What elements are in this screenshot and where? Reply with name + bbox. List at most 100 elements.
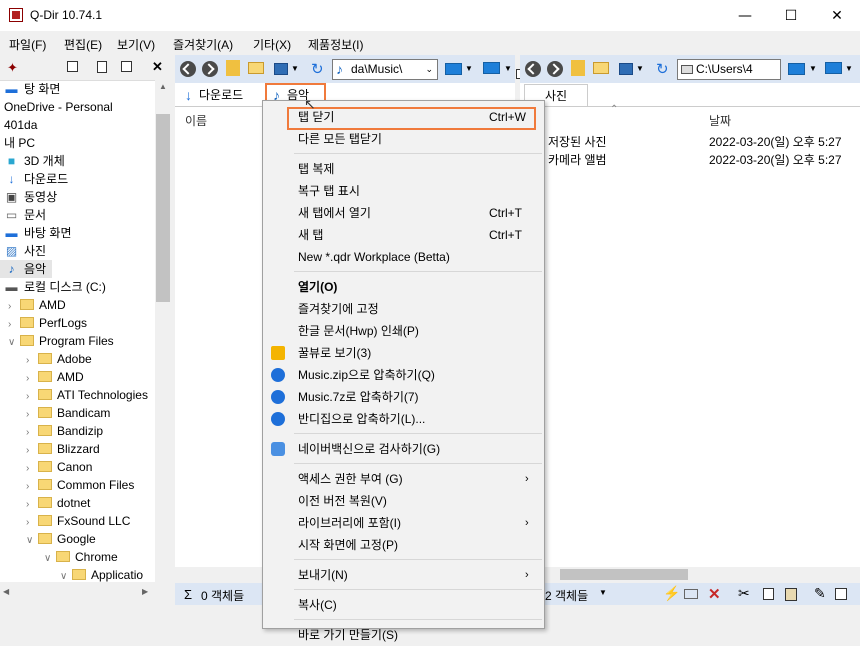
tree-scroll-thumb[interactable] <box>156 114 170 302</box>
table-row[interactable]: 저장된 사진 2022-03-20(일) 오후 5:27 <box>520 131 860 149</box>
new-folder-icon[interactable] <box>593 62 609 74</box>
context-menu-item[interactable]: 액세스 권한 부여 (G) › <box>263 468 544 490</box>
delete-icon[interactable]: ✕ <box>708 585 721 603</box>
monitor-icon[interactable] <box>788 63 805 75</box>
context-menu-item[interactable]: New *.qdr Workplace (Betta) <box>263 246 544 268</box>
tree-item[interactable]: ↓ 다운로드 <box>4 170 69 188</box>
context-menu-item[interactable]: 열기(O) <box>263 276 544 298</box>
new-folder-icon[interactable] <box>248 62 264 74</box>
close-button[interactable]: ✕ <box>814 0 860 31</box>
monitor-2-icon[interactable] <box>483 62 500 74</box>
cut-icon[interactable]: ✂ <box>738 585 750 602</box>
tree-item[interactable]: ▣ 동영상 <box>4 188 57 206</box>
hscroll-thumb[interactable] <box>560 569 688 580</box>
tree-item[interactable]: › Blizzard <box>26 440 100 458</box>
context-menu-item[interactable]: 복구 탭 표시 <box>263 180 544 202</box>
view-mode-icon[interactable] <box>274 63 288 75</box>
back-button[interactable] <box>180 61 196 77</box>
tree-item[interactable]: › PerfLogs <box>8 314 87 332</box>
monitor-2-icon[interactable] <box>825 62 842 74</box>
context-menu-item[interactable]: Music.zip으로 압축하기(Q) <box>263 364 544 386</box>
lightning-icon[interactable]: ⚡ <box>663 585 680 602</box>
tree-item[interactable]: › Bandizip <box>26 422 103 440</box>
tree-hscrollbar[interactable]: ◀ ▶ <box>0 582 155 604</box>
context-menu-item[interactable]: 새 탭 Ctrl+T <box>263 224 544 246</box>
context-menu-item[interactable]: 다른 모든 탭닫기 <box>263 128 544 150</box>
paste-icon[interactable] <box>785 588 797 601</box>
context-menu-item[interactable]: 탭 복제 <box>263 158 544 180</box>
tree-item[interactable]: ▬ 로컬 디스크 (C:) <box>4 278 106 296</box>
up-folder-icon[interactable] <box>571 60 585 76</box>
chevron-down-icon[interactable]: ▼ <box>845 64 853 73</box>
tree-item[interactable]: › ATI Technologies <box>26 386 148 404</box>
table-row[interactable]: 카메라 앨범 2022-03-20(일) 오후 5:27 <box>520 149 860 167</box>
grid-icon[interactable] <box>67 61 78 72</box>
context-menu-item[interactable]: 즐겨찾기에 고정 <box>263 298 544 320</box>
back-button[interactable] <box>525 61 541 77</box>
column-date[interactable]: 날짜 <box>709 112 731 129</box>
tree-item[interactable]: ▭ 문서 <box>4 206 46 224</box>
chevron-down-icon[interactable]: ⌄ <box>425 60 433 79</box>
refresh-icon[interactable]: ↻ <box>656 60 669 78</box>
pin-icon[interactable]: ✦ <box>7 60 18 76</box>
view-mode-icon[interactable] <box>619 63 633 75</box>
menu-edit[interactable]: 편집(E) <box>64 36 102 53</box>
copy-icon[interactable] <box>763 588 774 600</box>
monitor-icon[interactable] <box>445 63 462 75</box>
context-menu-item[interactable]: 한글 문서(Hwp) 인쇄(P) <box>263 320 544 342</box>
menu-info[interactable]: 제품정보(I) <box>308 36 364 53</box>
tree-item[interactable]: › Bandicam <box>26 404 110 422</box>
context-menu-item[interactable]: 새 탭에서 열기 Ctrl+T <box>263 202 544 224</box>
context-menu-item[interactable]: 시작 화면에 고정(P) <box>263 534 544 556</box>
tab-downloads[interactable]: ↓ 다운로드 <box>179 84 265 106</box>
column-name[interactable]: 이름 <box>185 112 207 129</box>
tree-item[interactable]: ▬ 탕 화면 <box>4 80 61 98</box>
context-menu-item[interactable]: 보내기(N) › <box>263 564 544 586</box>
menu-file[interactable]: 파일(F) <box>9 36 46 53</box>
expand-chevron-icon[interactable]: ∨ <box>26 532 36 550</box>
expand-chevron-icon[interactable]: ∨ <box>44 550 54 568</box>
chevron-down-icon[interactable]: ▼ <box>504 64 512 73</box>
forward-button[interactable] <box>547 61 563 77</box>
context-menu-item[interactable]: 이전 버전 복원(V) <box>263 490 544 512</box>
tree-item[interactable]: › AMD <box>26 368 84 386</box>
tree-item[interactable]: ∨ Chrome <box>44 548 118 566</box>
context-menu-item[interactable]: 반디집으로 압축하기(L)... <box>263 408 544 430</box>
chevron-down-icon[interactable]: ▼ <box>291 64 299 73</box>
mail-icon[interactable] <box>684 589 698 599</box>
context-menu-item[interactable]: 꿀뷰로 보기(3) <box>263 342 544 364</box>
tree-item[interactable]: ▬ 바탕 화면 <box>4 224 72 242</box>
tree-item[interactable]: › Adobe <box>26 350 92 368</box>
tree-item[interactable]: ∨ Google <box>26 530 96 548</box>
tree-item[interactable]: › AMD <box>8 296 66 314</box>
left-address-bar[interactable]: ♪ da\Music\ ⌄ <box>332 59 438 80</box>
tree-item[interactable]: ■ 3D 개체 <box>4 152 65 170</box>
tree-item[interactable]: › Canon <box>26 458 92 476</box>
tree-item[interactable]: OneDrive - Personal <box>4 98 113 116</box>
right-hscrollbar[interactable] <box>520 567 860 583</box>
edit-icon[interactable]: ✎ <box>814 585 826 602</box>
chevron-down-icon[interactable]: ▼ <box>465 64 473 73</box>
chevron-down-icon[interactable]: ▼ <box>636 64 644 73</box>
right-file-list[interactable]: ⌃ 날짜 저장된 사진 2022-03-20(일) 오후 5:27 카메라 앨범… <box>520 104 860 567</box>
context-menu-item[interactable]: 바로 가기 만들기(S) <box>263 624 544 646</box>
tree-item[interactable]: 401da <box>4 116 37 134</box>
tree-item[interactable]: 내 PC <box>4 134 35 152</box>
minimize-button[interactable]: — <box>722 0 768 31</box>
expand-chevron-icon[interactable]: ∨ <box>8 334 18 352</box>
tree-item[interactable]: › Common Files <box>26 476 134 494</box>
properties-icon[interactable] <box>835 588 847 600</box>
context-menu-item[interactable]: 네이버백신으로 검사하기(G) <box>263 438 544 460</box>
maximize-button[interactable]: ☐ <box>768 0 814 31</box>
tree-scrollbar[interactable]: ▲ <box>155 80 171 604</box>
context-menu-item[interactable]: 복사(C) <box>263 594 544 616</box>
refresh-icon[interactable]: ↻ <box>311 60 324 78</box>
right-address-bar[interactable]: C:\Users\4 <box>677 59 781 80</box>
tree-item[interactable]: › FxSound LLC <box>26 512 130 530</box>
magnify-icon[interactable] <box>121 61 132 72</box>
tree-item[interactable]: ▨ 사진 <box>4 242 46 260</box>
forward-button[interactable] <box>202 61 218 77</box>
context-menu-item[interactable]: 라이브러리에 포함(I) › <box>263 512 544 534</box>
menu-favorites[interactable]: 즐겨찾기(A) <box>173 36 233 53</box>
refresh-page-icon[interactable] <box>97 61 107 73</box>
